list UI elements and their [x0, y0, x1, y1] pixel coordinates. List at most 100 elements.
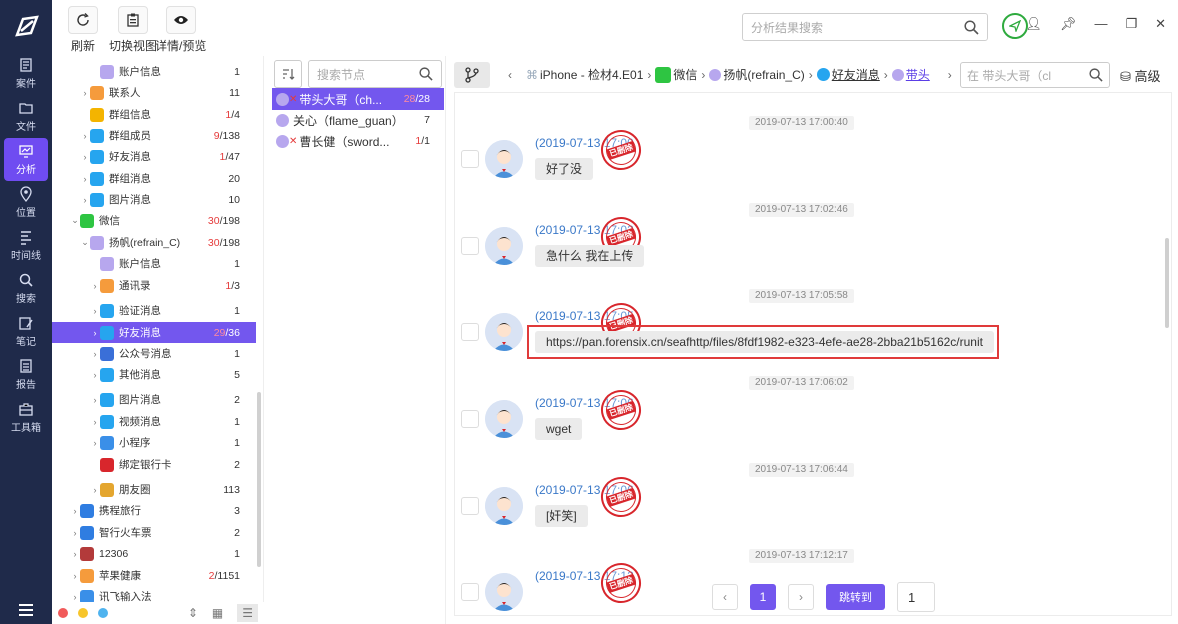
chat-scrollbar[interactable]	[1165, 238, 1169, 328]
breadcrumb-device[interactable]: iPhone - 检材4.E01	[540, 66, 643, 83]
tree-expand-icon[interactable]: ›	[70, 506, 80, 516]
nav-item-analysis[interactable]: 分析	[4, 138, 48, 181]
grid-view-icon[interactable]: ▦	[212, 606, 223, 620]
tree-item[interactable]: › 群组消息 20	[52, 168, 256, 189]
tree-item[interactable]: 账户信息 1	[52, 253, 256, 274]
tree-item[interactable]: 绑定银行卡 2	[52, 454, 256, 475]
nav-item-toolbox[interactable]: 工具箱	[0, 396, 52, 439]
blue-dot-icon[interactable]	[98, 608, 108, 618]
message-checkbox[interactable]	[461, 497, 479, 515]
tree-expand-icon[interactable]: ›	[90, 417, 100, 427]
tree-item[interactable]: › 讯飞输入法	[52, 586, 256, 602]
tree-item[interactable]: ⌄ 扬帆(refrain_C) 30/198	[52, 232, 256, 253]
breadcrumb-category[interactable]: 好友消息	[832, 66, 880, 83]
minimize-icon[interactable]: —	[1094, 16, 1107, 32]
message-bubble[interactable]: wget	[535, 418, 583, 440]
tree-item[interactable]: › 苹果健康 2/1151	[52, 565, 256, 586]
menu-icon[interactable]	[0, 604, 52, 616]
refresh-button[interactable]: 刷新	[68, 6, 98, 54]
send-button[interactable]	[1002, 13, 1028, 39]
message-checkbox[interactable]	[461, 323, 479, 341]
tree-expand-icon[interactable]: ›	[90, 281, 100, 291]
search-icon[interactable]	[964, 19, 979, 35]
nav-item-case[interactable]: 案件	[0, 52, 52, 95]
nav-item-report[interactable]: 报告	[0, 353, 52, 396]
restore-icon[interactable]: ❐	[1125, 16, 1137, 32]
tree-expand-icon[interactable]: ›	[80, 88, 90, 98]
tree-item[interactable]: › 视频消息 1	[52, 411, 256, 432]
switch-view-button[interactable]: 切换视图	[109, 6, 157, 54]
search-icon[interactable]	[1089, 68, 1103, 82]
prev-page-button[interactable]: ‹	[712, 584, 738, 610]
pin-icon[interactable]: 📌︎	[1060, 16, 1077, 32]
tree-expand-icon[interactable]: ⌄	[80, 237, 90, 248]
tree-item[interactable]: › 图片消息 2	[52, 389, 256, 410]
tree-item[interactable]: › 验证消息 1	[52, 300, 256, 321]
nav-item-note[interactable]: 笔记	[0, 310, 52, 353]
tree-expand-icon[interactable]: ›	[90, 438, 100, 448]
red-dot-icon[interactable]	[58, 608, 68, 618]
tree-expand-icon[interactable]: ›	[90, 395, 100, 405]
tree-expand-icon[interactable]: ›	[90, 349, 100, 359]
back-icon[interactable]: ‹	[508, 68, 512, 82]
tree-expand-icon[interactable]: ›	[80, 152, 90, 162]
tree-expand-icon[interactable]: ›	[90, 328, 100, 338]
tree-item[interactable]: › 携程旅行 3	[52, 500, 256, 521]
breadcrumb-account[interactable]: 扬帆(refrain_C)	[723, 66, 804, 83]
jump-to-button[interactable]: 跳转到	[826, 584, 885, 610]
user-icon[interactable]: 👤︎	[1025, 16, 1042, 32]
contact-node[interactable]: 关心（flame_guan） 7	[272, 109, 444, 131]
yellow-dot-icon[interactable]	[78, 608, 88, 618]
nav-item-location[interactable]: 位置	[0, 181, 52, 224]
tree-item[interactable]: › 公众号消息 1	[52, 343, 256, 364]
tree-expand-icon[interactable]: ›	[80, 174, 90, 184]
tree-item[interactable]: 群组信息 1/4	[52, 104, 256, 125]
tree-item[interactable]: › 其他消息 5	[52, 364, 256, 385]
message-bubble[interactable]: https://pan.forensix.cn/seafhttp/files/8…	[535, 331, 994, 353]
tree-expand-icon[interactable]: ›	[80, 131, 90, 141]
message-bubble[interactable]: 急什么 我在上传	[535, 245, 645, 267]
breadcrumb-app[interactable]: 微信	[673, 66, 697, 83]
analysis-search-input[interactable]: 分析结果搜索	[742, 13, 988, 41]
page-number-input[interactable]: 1	[897, 582, 935, 612]
tree-item[interactable]: › 12306 1	[52, 543, 256, 564]
tree-item[interactable]: › 朋友圈 113	[52, 479, 256, 500]
next-page-button[interactable]: ›	[788, 584, 814, 610]
tree-item[interactable]: › 好友消息 1/47	[52, 146, 256, 167]
tree-expand-icon[interactable]: ›	[90, 370, 100, 380]
tree-expand-icon[interactable]: ›	[70, 528, 80, 538]
message-checkbox[interactable]	[461, 237, 479, 255]
current-page-button[interactable]: 1	[750, 584, 776, 610]
tree-item[interactable]: 账户信息 1	[52, 61, 256, 82]
search-icon[interactable]	[419, 67, 433, 81]
branch-button[interactable]	[454, 62, 490, 88]
tree-item[interactable]: › 智行火车票 2	[52, 522, 256, 543]
close-icon[interactable]: ✕	[1155, 16, 1166, 32]
advanced-search-button[interactable]: ⛁ 高级	[1120, 66, 1161, 85]
forward-icon[interactable]: ›	[948, 68, 952, 82]
chat-search-input[interactable]: 在 带头大哥（cl	[960, 62, 1110, 88]
tree-item[interactable]: › 小程序 1	[52, 432, 256, 453]
message-checkbox[interactable]	[461, 410, 479, 428]
nav-item-folder[interactable]: 文件	[0, 95, 52, 138]
tree-expand-icon[interactable]: ›	[80, 195, 90, 205]
tree-item[interactable]: › 好友消息 29/36	[52, 322, 256, 343]
tree-item[interactable]: › 群组成员 9/138	[52, 125, 256, 146]
message-checkbox[interactable]	[461, 583, 479, 601]
sort-button[interactable]	[274, 60, 302, 88]
tree-scrollbar[interactable]	[257, 392, 261, 567]
tree-item[interactable]: › 图片消息 10	[52, 189, 256, 210]
tree-item[interactable]: › 通讯录 1/3	[52, 275, 256, 296]
details-button[interactable]: 详情/预览	[155, 6, 206, 54]
list-view-icon[interactable]: ☰	[237, 604, 258, 622]
tree-item[interactable]: ⌄ 微信 30/198	[52, 210, 256, 231]
tree-item[interactable]: › 联系人 11	[52, 82, 256, 103]
nav-item-search[interactable]: 搜索	[0, 267, 52, 310]
tree-expand-icon[interactable]: ›	[70, 571, 80, 581]
node-search-input[interactable]: 搜索节点	[308, 60, 442, 88]
tree-expand-icon[interactable]: ›	[90, 485, 100, 495]
breadcrumb-contact[interactable]: 带头	[906, 66, 930, 83]
contact-node[interactable]: ✕ 曹长健（sword... 1/1	[272, 130, 444, 152]
message-bubble[interactable]: [奸笑]	[535, 505, 588, 527]
contact-node[interactable]: ✕ 带头大哥（ch... 28/28	[272, 88, 444, 110]
